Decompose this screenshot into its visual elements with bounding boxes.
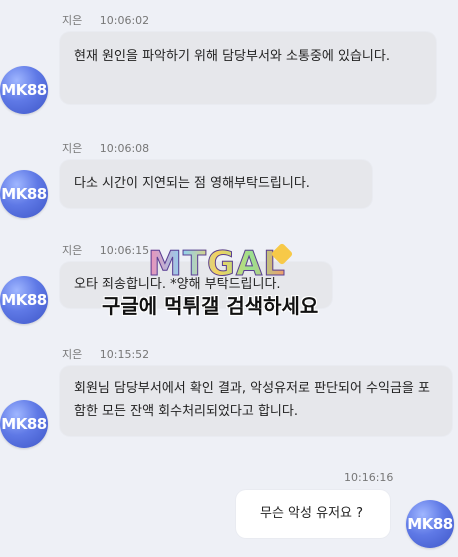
message-time: 10:16:16: [344, 471, 394, 484]
message-text: 회원님 담당부서에서 확인 결과, 악성유저로 판단되어 수익금을 포함한 모든…: [74, 381, 430, 419]
message-meta: 지은 10:15:52: [62, 346, 149, 362]
sender-name: 지은: [62, 348, 83, 361]
chat-bubble-user: 무슨 악성 유저요 ?: [236, 490, 390, 538]
message-time: 10:06:15: [99, 244, 150, 257]
message-text: 다소 시간이 지연되는 점 영해부탁드립니다.: [74, 176, 310, 191]
agent-avatar[interactable]: MK88: [0, 170, 48, 218]
chat-bubble-agent: 현재 원인을 파악하기 위해 담당부서와 소통중에 있습니다.: [60, 32, 436, 104]
message-text: 무슨 악성 유저요 ?: [260, 506, 364, 521]
avatar-label: MK88: [407, 515, 453, 533]
watermark-caption: 구글에 먹튀갤 검색하세요: [102, 294, 319, 318]
message-text: 현재 원인을 파악하기 위해 담당부서와 소통중에 있습니다.: [74, 49, 390, 64]
avatar-label: MK88: [1, 415, 47, 433]
message-meta: 지은 10:06:02: [62, 12, 149, 28]
agent-avatar[interactable]: MK88: [0, 276, 48, 324]
message-time: 10:15:52: [99, 348, 150, 361]
avatar-label: MK88: [1, 81, 47, 99]
message-time: 10:06:08: [99, 142, 150, 155]
user-avatar[interactable]: MK88: [406, 500, 454, 548]
avatar-label: MK88: [1, 185, 47, 203]
avatar-label: MK88: [1, 291, 47, 309]
chat-bubble-agent: 다소 시간이 지연되는 점 영해부탁드립니다.: [60, 160, 372, 208]
sender-name: 지은: [62, 244, 83, 257]
message-time: 10:06:02: [99, 14, 150, 27]
message-meta: 지은 10:06:15: [62, 242, 149, 258]
watermark-logo: MTGAL: [148, 244, 286, 285]
chat-bubble-agent: 회원님 담당부서에서 확인 결과, 악성유저로 판단되어 수익금을 포함한 모든…: [60, 366, 452, 436]
agent-avatar[interactable]: MK88: [0, 66, 48, 114]
agent-avatar[interactable]: MK88: [0, 400, 48, 448]
sender-name: 지은: [62, 14, 83, 27]
message-meta: 지은 10:06:08: [62, 140, 149, 156]
sender-name: 지은: [62, 142, 83, 155]
message-meta: 10:16:16: [344, 471, 393, 484]
